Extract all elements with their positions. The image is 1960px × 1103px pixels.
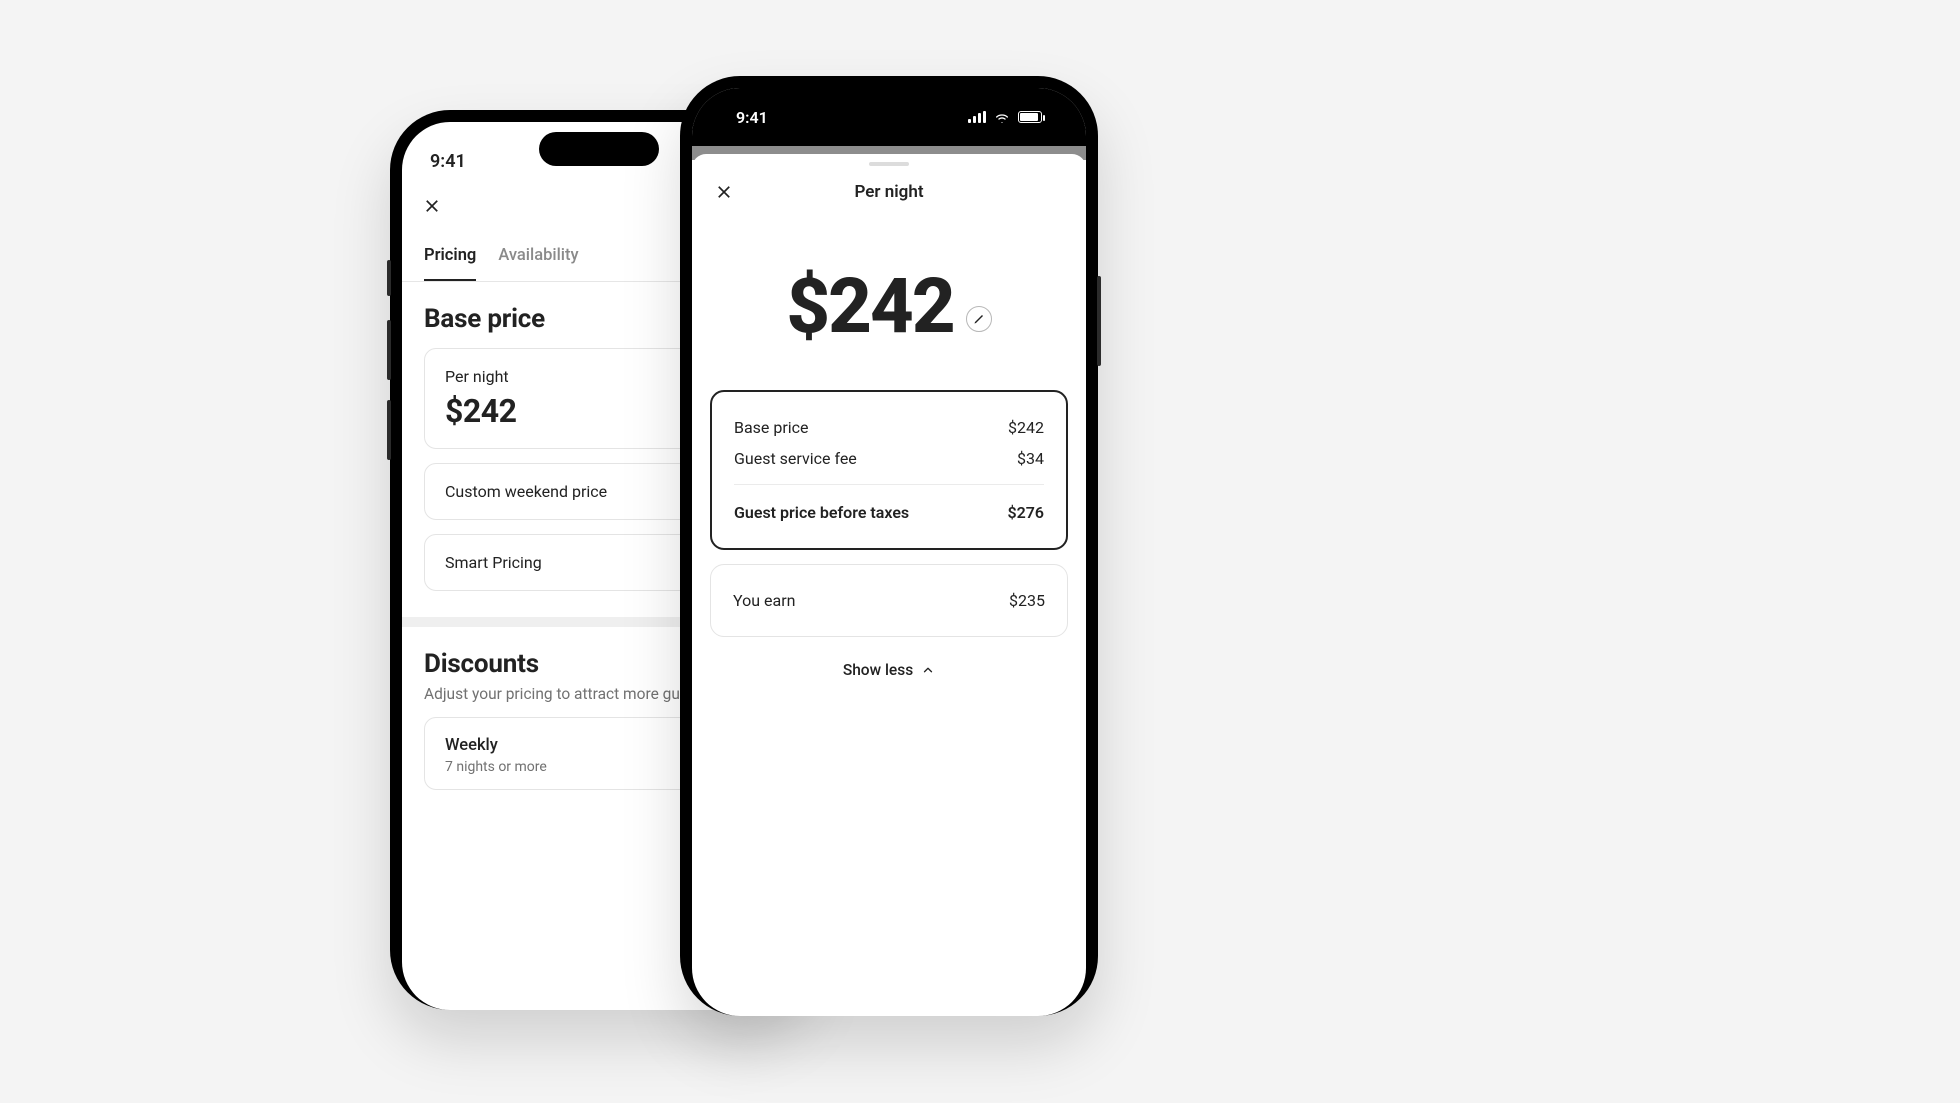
status-time: 9:41 [736,108,768,127]
phone-per-night-sheet: 9:41 [680,76,1098,1016]
you-earn-card: You earn $235 [710,564,1068,637]
base-price-value: $242 [1008,418,1044,437]
show-less-label: Show less [843,661,913,679]
price-breakdown-card: Base price $242 Guest service fee $34 Gu… [710,390,1068,550]
edit-price-button[interactable] [966,306,992,332]
you-earn-label: You earn [733,591,795,610]
you-earn-value: $235 [1009,591,1045,610]
close-icon [423,197,441,215]
tab-availability[interactable]: Availability [498,246,578,281]
cellular-signal-icon [968,111,986,123]
guest-total-label: Guest price before taxes [734,503,909,522]
dynamic-island [539,132,659,166]
per-night-sheet: Per night $242 Base price $242 [692,154,1086,954]
status-bar: 9:41 [692,88,1086,146]
sheet-grabber[interactable] [869,162,909,166]
service-fee-value: $34 [1017,449,1044,468]
guest-total-value: $276 [1007,503,1044,522]
hero-price: $242 [786,268,953,344]
wifi-icon [994,111,1010,123]
battery-icon [1018,111,1042,123]
show-less-toggle[interactable]: Show less [692,661,1086,679]
service-fee-label: Guest service fee [734,449,857,468]
sheet-title: Per night [710,182,1068,202]
pencil-icon [973,313,985,325]
close-button[interactable] [418,192,446,220]
status-time: 9:41 [430,151,466,172]
chevron-up-icon [921,663,935,677]
tab-pricing[interactable]: Pricing [424,246,476,281]
base-price-label: Base price [734,418,809,437]
